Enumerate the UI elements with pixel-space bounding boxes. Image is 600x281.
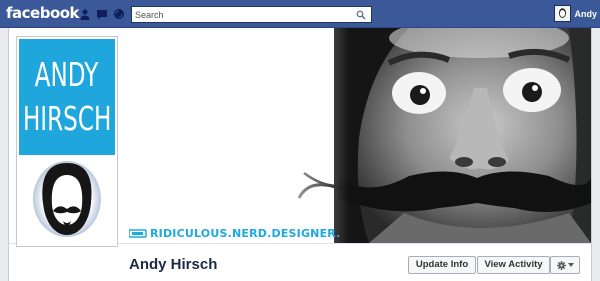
notifications-icon[interactable] [113, 8, 125, 20]
facebook-logo[interactable]: facebook [6, 4, 80, 22]
user-avatar [553, 5, 571, 22]
search-input[interactable] [135, 7, 353, 22]
tagline-text: RIDICULOUS.NERD.DESIGNER. [150, 227, 341, 240]
messages-icon[interactable] [96, 8, 108, 20]
friend-requests-icon[interactable] [79, 8, 91, 20]
cover-tagline: RIDICULOUS.NERD.DESIGNER. [129, 227, 341, 240]
profile-name[interactable]: Andy Hirsch [129, 256, 217, 273]
tagline-logo-icon [129, 229, 147, 238]
profile-picture-last-name: HIRSCH [22, 99, 112, 138]
user-name: Andy [574, 8, 598, 19]
profile-picture-first-name: ANDY [35, 55, 99, 94]
update-info-button[interactable]: Update Info [408, 256, 476, 274]
profile-picture-banner: ANDY HIRSCH [19, 39, 115, 155]
view-activity-button[interactable]: View Activity [477, 256, 550, 274]
profile-picture-face-icon [19, 155, 115, 244]
notification-jewels [79, 8, 125, 20]
chevron-down-icon [567, 263, 574, 267]
user-profile-link[interactable]: Andy [553, 5, 598, 22]
gear-icon [556, 260, 566, 270]
top-bar: facebook Andy [0, 0, 600, 28]
settings-menu-button[interactable] [550, 256, 580, 274]
search-box [131, 6, 372, 23]
search-icon[interactable] [356, 10, 366, 20]
profile-picture[interactable]: ANDY HIRSCH [17, 37, 117, 246]
